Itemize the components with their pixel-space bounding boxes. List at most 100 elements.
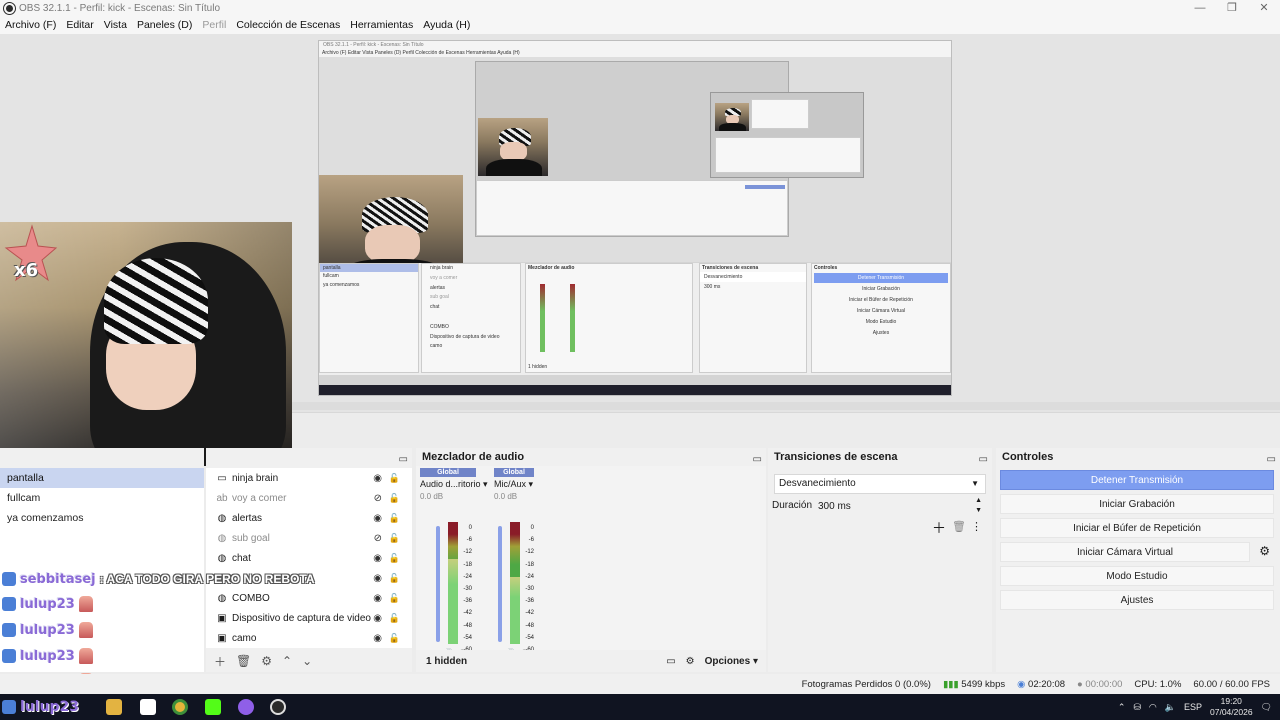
channel-volume-db: 0.0 dB — [494, 492, 518, 501]
nested-inner-window — [751, 99, 809, 129]
source-row[interactable]: ▭ ninja brain ◉ 🔓 — [206, 468, 412, 488]
browser-icon: ◍ — [217, 552, 227, 564]
clock[interactable]: 19:20 07/04/2026 — [1210, 696, 1253, 718]
scene-item-fullcam[interactable]: fullcam — [0, 488, 204, 508]
lock-icon[interactable]: 🔓 — [389, 493, 400, 504]
dock-float-icon[interactable]: ▭ — [399, 451, 408, 469]
eye-icon[interactable]: ◉ — [373, 473, 382, 484]
webcam-beanie — [104, 258, 208, 344]
preview-canvas[interactable]: OBS 32.1.1 - Perfil: kick - Escenas: Sin… — [318, 40, 952, 396]
source-row[interactable]: ab voy a comer ⊘ 🔓 — [206, 488, 412, 508]
source-row[interactable]: ◍ sub goal ⊘ 🔓 — [206, 528, 412, 548]
lock-icon[interactable]: 🔓 — [389, 633, 400, 644]
nested-scenes: pantalla fullcam ya comenzamos — [319, 263, 419, 373]
more-options-icon[interactable]: ⋮ — [971, 520, 982, 533]
menu-ayuda[interactable]: Ayuda (H) — [418, 19, 475, 31]
stop-stream-button[interactable]: Detener Transmisión — [1000, 470, 1274, 490]
usb-icon[interactable]: ⛁ — [1133, 702, 1141, 713]
nested-taskbar — [319, 385, 951, 395]
transition-select[interactable]: Desvanecimiento ▼ — [774, 474, 986, 494]
controls-title: Controles — [1002, 451, 1054, 463]
menu-archivo[interactable]: Archivo (F) — [0, 19, 61, 31]
kick-icon[interactable] — [205, 699, 221, 715]
notification-icon[interactable]: 🗨 — [1261, 702, 1272, 713]
channel-name[interactable]: Audio d...ritorio ▾ — [420, 479, 488, 490]
windows-taskbar: ⌃ ⛁ ◠ 🔈 ESP 19:20 07/04/2026 🗨 — [0, 694, 1280, 720]
source-row[interactable]: ◍ alertas ◉ 🔓 — [206, 508, 412, 528]
menu-editar[interactable]: Editar — [61, 19, 98, 31]
lock-icon[interactable]: 🔓 — [389, 533, 400, 544]
controls-dock: Controles ▭ Detener Transmisión Iniciar … — [996, 448, 1280, 672]
replay-buffer-button[interactable]: Iniciar el Búfer de Repetición — [1000, 518, 1274, 538]
eye-icon[interactable]: ◉ — [373, 573, 382, 584]
audio-mixer-dock: Mezclador de audio ▭ Global Audio d...ri… — [416, 448, 766, 672]
menu-perfil[interactable]: Perfil — [197, 19, 231, 31]
source-row[interactable]: ◍ chat ◉ 🔓 — [206, 548, 412, 568]
eye-icon[interactable]: ◉ — [373, 613, 382, 624]
language-indicator[interactable]: ESP — [1184, 702, 1202, 712]
eye-hidden-icon[interactable]: ⊘ — [374, 533, 382, 544]
sources-header: ▭ — [206, 448, 412, 466]
chevron-down-icon: ▾ — [483, 479, 488, 489]
lock-icon[interactable]: 🔓 — [389, 613, 400, 624]
volume-fader[interactable] — [498, 526, 502, 642]
audio-meter — [448, 522, 458, 644]
hidden-count[interactable]: 1 hidden — [426, 656, 467, 667]
menu-paneles[interactable]: Paneles (D) — [132, 19, 197, 31]
lock-icon[interactable]: 🔓 — [389, 473, 400, 484]
scene-item-pantalla[interactable]: pantalla — [0, 468, 204, 488]
transitions-header: Transiciones de escena ▭ — [768, 448, 992, 466]
eye-icon[interactable]: ◉ — [373, 593, 382, 604]
add-transition-icon[interactable]: ＋ — [932, 518, 946, 538]
discord-icon[interactable] — [238, 699, 254, 715]
obs-taskbar-icon[interactable] — [270, 699, 286, 715]
global-badge: Global — [420, 468, 476, 477]
scene-item-ya-comenzamos[interactable]: ya comenzamos — [0, 508, 204, 528]
nested-transitions: Transiciones de escena Desvanecimiento 3… — [699, 263, 807, 373]
lock-icon[interactable]: 🔓 — [389, 573, 400, 584]
tray-chevron-icon[interactable]: ⌃ — [1118, 702, 1126, 713]
mixer-options-button[interactable]: Opciones ▾ — [705, 656, 766, 667]
signal-icon: ▮▮▮ — [942, 678, 959, 690]
chrome-icon[interactable] — [172, 699, 188, 715]
layout-icon[interactable]: ▭ — [666, 656, 675, 667]
eye-icon[interactable]: ◉ — [373, 553, 382, 564]
transitions-title: Transiciones de escena — [774, 451, 898, 463]
transitions-dock: Transiciones de escena ▭ Desvanecimiento… — [768, 448, 992, 672]
wifi-icon[interactable]: ◠ — [1149, 702, 1157, 713]
mixer-footer: 1 hidden ▭ ⚙ Opciones ▾ — [416, 650, 766, 672]
badge-icon — [2, 700, 16, 714]
duration-input[interactable]: 300 ms — [818, 498, 978, 516]
overlay-username: lulup23 — [0, 694, 110, 720]
mixer-settings-icon[interactable]: ⚙ — [686, 656, 695, 667]
volume-fader[interactable] — [436, 526, 440, 642]
duration-stepper[interactable]: ▲ ▼ — [975, 496, 982, 516]
virtual-camera-button[interactable]: Iniciar Cámara Virtual — [1000, 542, 1250, 562]
eye-icon[interactable]: ◉ — [373, 633, 382, 644]
menu-coleccion[interactable]: Colección de Escenas — [231, 19, 345, 31]
menu-herramientas[interactable]: Herramientas — [345, 19, 418, 31]
nested-controls: Controles Detener Transmisión Iniciar Gr… — [811, 263, 951, 373]
virtual-camera-settings-icon[interactable]: ⚙ — [1259, 544, 1270, 558]
studio-mode-button[interactable]: Modo Estudio — [1000, 566, 1274, 586]
settings-button[interactable]: Ajustes — [1000, 590, 1274, 610]
lock-icon[interactable]: 🔓 — [389, 593, 400, 604]
lock-icon[interactable]: 🔓 — [389, 513, 400, 524]
channel-name[interactable]: Mic/Aux ▾ — [494, 479, 556, 490]
menu-vista[interactable]: Vista — [99, 19, 132, 31]
eye-icon[interactable]: ◉ — [373, 513, 382, 524]
controls-header: Controles ▭ — [996, 448, 1280, 466]
volume-icon[interactable]: 🔈 — [1165, 702, 1176, 713]
remove-transition-icon[interactable]: 🗑 — [952, 520, 966, 533]
close-button[interactable]: ✕ — [1248, 0, 1280, 16]
lock-icon[interactable]: 🔓 — [389, 553, 400, 564]
minimize-button[interactable]: — — [1184, 0, 1216, 16]
start-recording-button[interactable]: Iniciar Grabación — [1000, 494, 1274, 514]
eye-hidden-icon[interactable]: ⊘ — [374, 493, 382, 504]
window-titlebar: OBS 32.1.1 - Perfil: kick - Escenas: Sin… — [0, 0, 1280, 16]
browser-icon: ◍ — [217, 532, 227, 544]
nested-inner-canvas-2 — [710, 92, 864, 178]
badge-icon — [2, 572, 16, 586]
store-icon[interactable] — [140, 699, 156, 715]
maximize-button[interactable]: ❐ — [1216, 0, 1248, 16]
